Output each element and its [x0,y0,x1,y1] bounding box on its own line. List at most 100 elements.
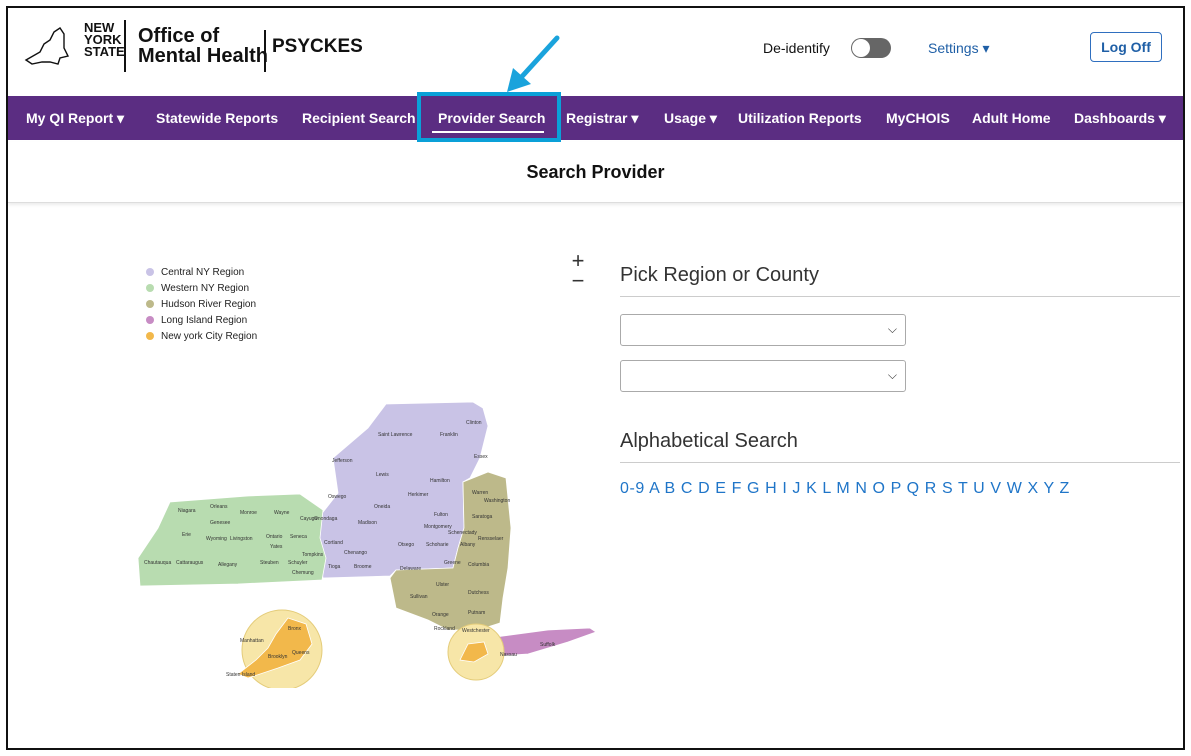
main-nav: My QI Report ▾ Statewide Reports Recipie… [8,96,1183,140]
nav-my-qi-report[interactable]: My QI Report ▾ [26,96,124,140]
county-label: Yates [270,544,283,550]
county-label: Ulster [436,582,449,588]
county-label: Queens [292,650,310,656]
logo-divider [124,20,126,72]
county-label: Sullivan [410,594,428,600]
county-label: Bronx [288,626,302,632]
county-label: Livingston [230,536,253,542]
section-divider [620,296,1180,297]
letter-link-t[interactable]: T [958,480,968,497]
letter-link-c[interactable]: C [681,480,693,497]
county-label: Wayne [274,510,290,516]
letter-link-e[interactable]: E [715,480,726,497]
letter-link-l[interactable]: L [822,480,831,497]
county-label: Albany [460,542,476,548]
county-label: Orleans [210,504,228,510]
logo-divider-2 [264,30,266,72]
nav-utilization-reports[interactable]: Utilization Reports [738,96,862,140]
county-label: Putnam [468,610,485,616]
county-label: Saratoga [472,514,493,520]
county-label: Oneida [374,504,390,510]
legend-dot-icon [146,268,154,276]
county-label: Orange [432,612,449,618]
county-label: Rensselaer [478,536,504,542]
region-select[interactable]: ⌵ [620,314,906,346]
alphabet-links: 0-9 A B C D E F G H I J K L M N O P Q R … [620,480,1070,498]
letter-link-b[interactable]: B [665,480,676,497]
county-label: Cattaraugus [176,560,204,566]
letter-link-u[interactable]: U [973,480,985,497]
county-label: Herkimer [408,492,429,498]
letter-link-f[interactable]: F [732,480,742,497]
legend-item: Western NY Region [146,280,257,296]
letter-link-a[interactable]: A [649,480,659,497]
county-label: Broome [354,564,372,570]
county-label: Tompkins [302,552,324,558]
county-label: Hamilton [430,478,450,484]
county-label: Manhattan [240,638,264,644]
section-divider [620,462,1180,463]
chevron-down-icon: ⌵ [887,322,897,336]
ny-region-map[interactable]: Clinton Franklin Saint Lawrence Essex Je… [128,398,603,688]
county-label: Dutchess [468,590,489,596]
nav-statewide-reports[interactable]: Statewide Reports [156,96,278,140]
county-label: Rockland [434,626,455,632]
letter-link-y[interactable]: Y [1043,480,1054,497]
log-off-button[interactable]: Log Off [1090,32,1162,62]
county-label: Chautauqua [144,560,171,566]
county-label: Staten Island [226,672,255,678]
nav-usage[interactable]: Usage ▾ [664,96,717,140]
letter-link-x[interactable]: X [1027,480,1038,497]
county-label: Brooklyn [268,654,288,660]
letter-link-o[interactable]: O [873,480,886,497]
letter-link-j[interactable]: J [792,480,801,497]
letter-link-v[interactable]: V [990,480,1001,497]
nav-mychois[interactable]: MyCHOIS [886,96,950,140]
deidentify-toggle[interactable] [851,38,891,58]
county-label: Suffolk [540,642,556,648]
county-select[interactable]: ⌵ [620,360,906,392]
county-label: Otsego [398,542,414,548]
letter-link-i[interactable]: I [782,480,787,497]
county-label: Allegany [218,562,238,568]
letter-link-n[interactable]: N [855,480,867,497]
letter-link-p[interactable]: P [891,480,902,497]
settings-dropdown[interactable]: Settings ▾ [928,40,990,57]
county-label: Erie [182,532,191,538]
legend-dot-icon [146,284,154,292]
nav-registrar[interactable]: Registrar ▾ [566,96,638,140]
alphabetical-search-heading: Alphabetical Search [620,430,798,452]
legend-item: New york City Region [146,328,257,344]
county-label: Wyoming [206,536,227,542]
zoom-out-button[interactable]: − [568,270,588,292]
letter-link-g[interactable]: G [747,480,760,497]
county-label: Greene [444,560,461,566]
letter-link-h[interactable]: H [765,480,777,497]
nys-omh-logo[interactable]: NEW YORK STATE Office of Mental Health P… [20,16,380,80]
county-label: Ontario [266,534,283,540]
letter-link-r[interactable]: R [925,480,937,497]
letter-link-0-9[interactable]: 0-9 [620,480,645,497]
nav-recipient-search[interactable]: Recipient Search [302,96,416,140]
county-label: Franklin [440,432,458,438]
letter-link-w[interactable]: W [1007,480,1023,497]
letter-link-m[interactable]: M [836,480,850,497]
county-label: Columbia [468,562,489,568]
deidentify-label: De-identify [763,40,830,56]
county-label: Chenango [344,550,367,556]
chevron-down-icon: ⌵ [887,368,897,382]
letter-link-s[interactable]: S [942,480,953,497]
nav-dashboards[interactable]: Dashboards ▾ [1074,96,1166,140]
letter-link-d[interactable]: D [698,480,710,497]
letter-link-z[interactable]: Z [1060,480,1070,497]
legend-dot-icon [146,332,154,340]
letter-link-k[interactable]: K [806,480,817,497]
letter-link-q[interactable]: Q [907,480,920,497]
pick-region-heading: Pick Region or County [620,264,819,286]
county-label: Nassau [500,652,517,658]
county-label: Schuyler [288,560,308,566]
page-title: Search Provider [526,162,665,182]
county-label: Monroe [240,510,257,516]
nav-adult-home[interactable]: Adult Home [972,96,1051,140]
toggle-knob [852,39,870,57]
